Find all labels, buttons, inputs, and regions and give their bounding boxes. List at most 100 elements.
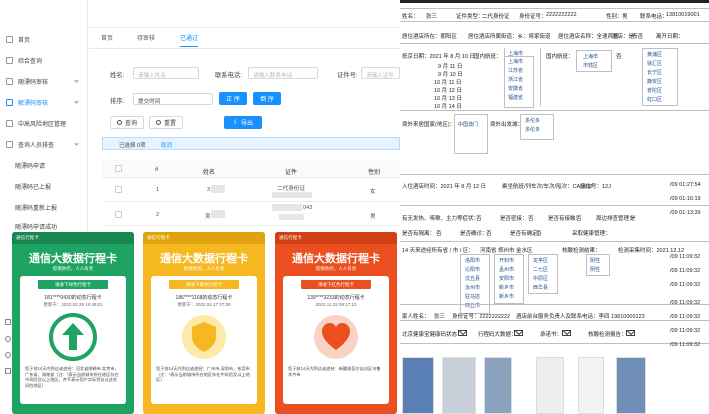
search-icon	[116, 120, 122, 125]
sidebar-item-unlock-audit[interactable]: 解漂码审核	[0, 93, 88, 111]
province-option: 安徽省	[508, 86, 524, 92]
date-option: 10 月 12 日	[434, 88, 462, 94]
card-tag: 请收下黄色行程卡	[169, 280, 239, 289]
row-checkbox[interactable]	[115, 186, 122, 193]
phone-input[interactable]: 请输入联系电话	[248, 67, 318, 79]
row-id-type: 二代身份证	[277, 186, 305, 192]
hotel-flag2: 青否	[632, 34, 644, 40]
red-trip-card: 通信行程卡 通信大数据行程卡 疫情防控，人人有责 请收下红色行程卡 139***…	[275, 232, 397, 414]
table-row[interactable]	[102, 178, 400, 202]
gear-icon[interactable]	[5, 336, 11, 342]
option-no: 否	[616, 54, 622, 60]
timestamp: /09 11:09:32	[670, 314, 701, 320]
hotel-street: 居住酒店所属街道：乡：将家街道	[468, 34, 551, 40]
sidebar-item-code-audit[interactable]: 随漂码审核	[0, 72, 88, 90]
leave-date-label: 离开日期：	[656, 34, 684, 40]
sidebar-item-risk-area[interactable]: 中高风险地区管理	[0, 114, 88, 132]
row-checkbox[interactable]	[115, 211, 122, 218]
id-input[interactable]: 请输入证件	[361, 67, 400, 79]
sort-select[interactable]: 提交时间	[133, 93, 213, 105]
tab-approved[interactable]: 已通过	[180, 33, 199, 47]
sidebar-item-screening[interactable]: 查询人员排查	[0, 135, 88, 153]
sidebar-item-query[interactable]: 综合查询	[0, 51, 88, 69]
attachment-icon[interactable]	[514, 330, 523, 336]
yellow-shield-icon	[182, 315, 226, 359]
attachment-icon[interactable]	[562, 330, 571, 336]
foreign-label: 境外来居国家(地区)：	[402, 122, 456, 128]
foreign-depart-list[interactable]: 多伦多 多伦多	[520, 114, 554, 140]
idno-value: 2222222222	[546, 12, 577, 18]
unlock-icon	[6, 98, 13, 106]
photo-thumbnail[interactable]	[442, 357, 476, 414]
foreign-depart-option: 多伦多	[525, 127, 541, 133]
document-thumbnail[interactable]	[536, 357, 564, 414]
user-icon	[6, 140, 13, 148]
search-button[interactable]: 查询	[110, 116, 144, 129]
attachment-icon[interactable]	[626, 330, 635, 336]
row-id: 043	[303, 205, 313, 211]
document-thumbnail[interactable]	[578, 357, 604, 414]
trip-card-body: 请收下红色行程卡 139****3233的动态行程卡 2022.11.22 09…	[283, 276, 389, 404]
symptom-no: 否	[476, 216, 482, 222]
timestamp: /09 11:09:32	[670, 254, 701, 260]
phone-top-bar: 通信行程卡	[275, 232, 397, 244]
timestamp: /09 01:27:54	[670, 182, 701, 188]
photo-thumbnail[interactable]	[616, 357, 646, 414]
reset-button[interactable]: 重置	[149, 116, 183, 129]
district-option: 长宁区	[647, 70, 663, 76]
nucleic-label: 核酸检测结果：	[562, 248, 601, 254]
table-header	[102, 159, 400, 178]
photo-thumbnail[interactable]	[402, 357, 434, 414]
confirm-no: 否	[486, 231, 492, 237]
date-option: 10 月 13 日	[434, 96, 462, 102]
city-list[interactable]: 上海市 市辖区	[576, 50, 612, 72]
district-list[interactable]: 黄浦区 徐汇区 长宁区 静安区 普陀区 虹口区	[642, 48, 678, 106]
selection-text: 已选择 0项	[119, 143, 146, 149]
sidebar-item-rereport[interactable]: 随漂码重新上报	[0, 198, 88, 216]
row-name: 3	[207, 187, 211, 193]
chevron-down-icon	[74, 141, 79, 146]
travel-city-option: 沁阳市	[465, 267, 481, 273]
health-mgmt-label: 采取健康管理：	[572, 231, 611, 237]
timestamp: /09 01:13:39	[670, 210, 701, 216]
travel-district-list[interactable]: 龙亭区 二七区 中原区 西华县	[528, 254, 558, 294]
sidebar-item-home[interactable]: 首页	[0, 30, 88, 48]
chart-icon[interactable]	[5, 319, 11, 325]
card-note: 您于前14天内到达或途经：新疆维吾尔自治区乌鲁木齐市	[288, 366, 381, 377]
attachment-icon[interactable]	[458, 330, 467, 336]
family-label: 家人姓名：	[402, 314, 430, 320]
user-icon[interactable]	[5, 368, 11, 374]
chevron-down-icon	[74, 99, 79, 104]
col-gender: 性别	[368, 170, 381, 176]
travel-city-option: 沈丘县	[465, 276, 481, 282]
select-all-checkbox[interactable]	[115, 165, 122, 172]
travel-city-list[interactable]: 洛阳市 沁阳市 沈丘县 汝州市 驻马店 商丘市	[460, 254, 490, 314]
asc-button[interactable]: 正 序	[219, 92, 247, 105]
col-name: 姓名	[203, 170, 216, 176]
photo-thumbnail[interactable]	[484, 357, 512, 414]
nucleic-result-list[interactable]: 阴性 阴性	[586, 254, 610, 276]
table-row[interactable]	[102, 202, 400, 226]
travel-city-option: 安阳市	[499, 276, 515, 282]
trip-card-title: 通信大数据行程卡	[29, 253, 117, 265]
foreign-city-list[interactable]: 中国澳门	[454, 114, 488, 154]
help-icon[interactable]	[5, 352, 11, 358]
export-button[interactable]: ⇩ 导出	[224, 116, 262, 129]
card-phone: 181****0430的动态行程卡	[44, 295, 102, 301]
province-list[interactable]: 上海市 上海市 江苏省 浙江省 安徽省 福建省	[504, 51, 534, 108]
tab-home[interactable]: 首页	[101, 33, 113, 47]
confirm-label: 是否确诊：	[460, 231, 488, 237]
city-option: 市辖区	[583, 63, 599, 69]
phone-label: 联系电话:	[215, 72, 242, 79]
tab-pending[interactable]: 待审核	[137, 33, 155, 47]
sidebar-item-reported[interactable]: 随漂码已上报	[0, 177, 88, 195]
sidebar-item-apply[interactable]: 随漂码申请	[0, 156, 88, 174]
clear-selection-link[interactable]: 取消	[161, 141, 172, 149]
travel-city-list-2[interactable]: 开封市 孟州市 安阳市 新乡市 新乡市	[494, 254, 524, 304]
travel-district-option: 西华县	[533, 285, 549, 291]
desc-button[interactable]: 倒 序	[253, 92, 281, 105]
gender-value: 男	[622, 14, 628, 20]
name-input[interactable]: 请输入姓名	[133, 67, 199, 79]
isolate-no: 否	[436, 231, 442, 237]
trip-code-label: 行程码大数据：	[478, 332, 517, 338]
